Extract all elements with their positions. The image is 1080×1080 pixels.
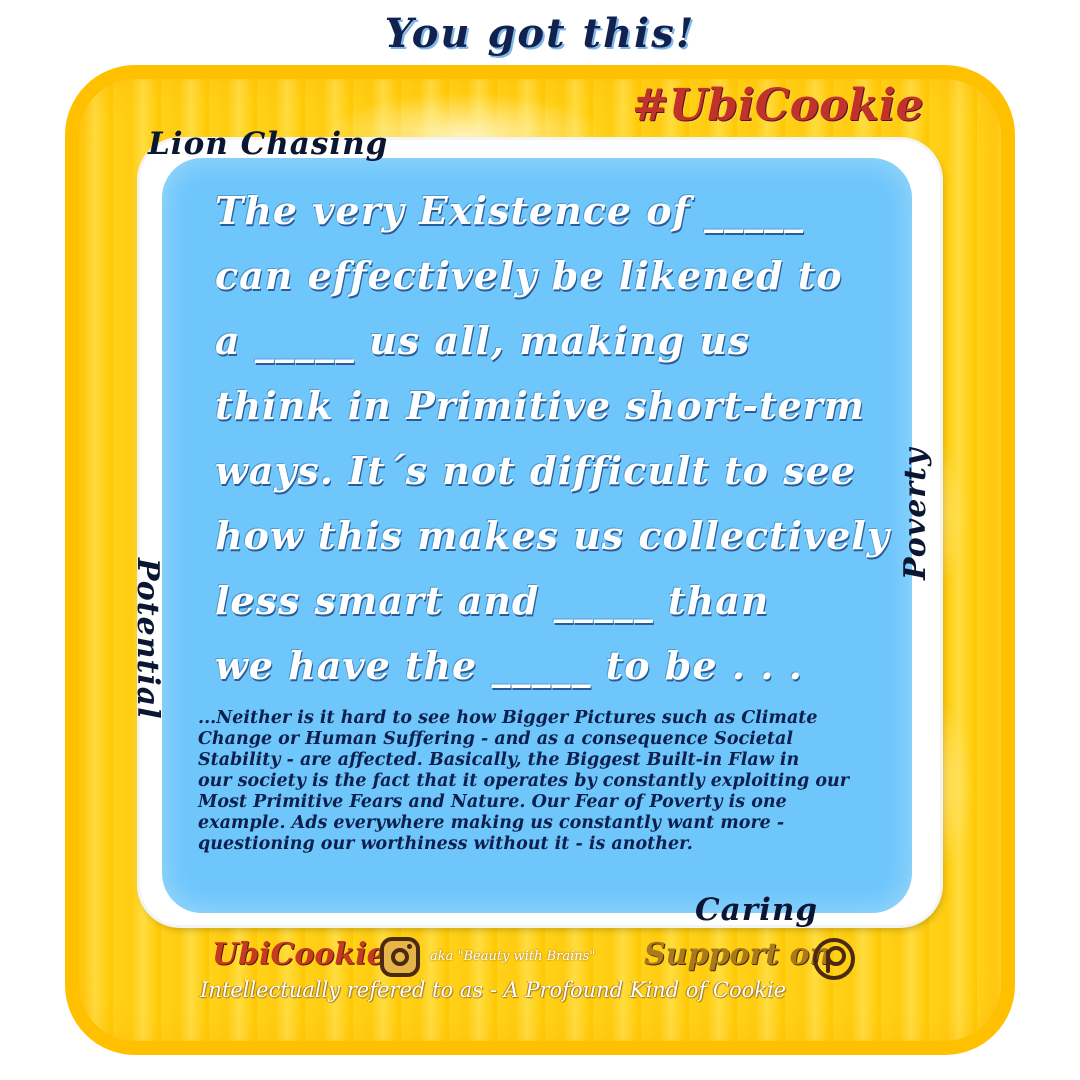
sub-quote-line: example. Ads everywhere making us consta… bbox=[198, 813, 785, 833]
footer-support-link[interactable]: Support on bbox=[644, 937, 831, 972]
sub-quote-line: Change or Human Suffering - and as a con… bbox=[198, 729, 793, 749]
sub-quote-line: ...Neither is it hard to see how Bigger … bbox=[198, 708, 818, 728]
main-quote-line: less smart and _____ than bbox=[215, 578, 770, 623]
footer-aka: aka "Beauty with Brains" bbox=[430, 949, 596, 964]
sub-quote-line: Stability - are affected. Basically, the… bbox=[198, 750, 800, 770]
footer-brand: UbiCookie bbox=[212, 937, 386, 972]
sub-quote-line: Most Primitive Fears and Nature. Our Fea… bbox=[198, 792, 787, 812]
hashtag-title: #UbiCookie bbox=[632, 80, 924, 131]
instagram-lens bbox=[391, 948, 409, 966]
footer-tagline: Intellectually refered to as - A Profoun… bbox=[200, 978, 787, 1002]
sub-quote-line: questioning our worthiness without it - … bbox=[198, 834, 693, 854]
main-quote-line: how this makes us collectively bbox=[215, 513, 890, 558]
main-quote: The very Existence of _____ can effectiv… bbox=[215, 178, 895, 698]
main-quote-line: a _____ us all, making us bbox=[215, 318, 751, 363]
side-label-potential: Potential bbox=[130, 558, 165, 720]
side-label-caring: Caring bbox=[695, 892, 819, 928]
main-quote-line: ways. It´s not difficult to see bbox=[215, 448, 856, 493]
instagram-icon[interactable] bbox=[380, 937, 420, 977]
main-quote-line: we have the _____ to be . . . bbox=[215, 643, 803, 688]
side-label-lion-chasing: Lion Chasing bbox=[148, 126, 389, 162]
patreon-icon[interactable] bbox=[812, 937, 856, 981]
sub-quote: ...Neither is it hard to see how Bigger … bbox=[198, 708, 888, 855]
sub-quote-line: our society is the fact that it operates… bbox=[198, 771, 849, 791]
side-label-poverty: Poverty bbox=[898, 447, 933, 580]
main-quote-line: can effectively be likened to bbox=[215, 253, 843, 298]
main-quote-line: The very Existence of _____ bbox=[215, 188, 805, 233]
instagram-dot bbox=[407, 944, 412, 949]
top-heading: You got this! bbox=[384, 10, 696, 57]
main-quote-line: think in Primitive short-term bbox=[215, 383, 865, 428]
